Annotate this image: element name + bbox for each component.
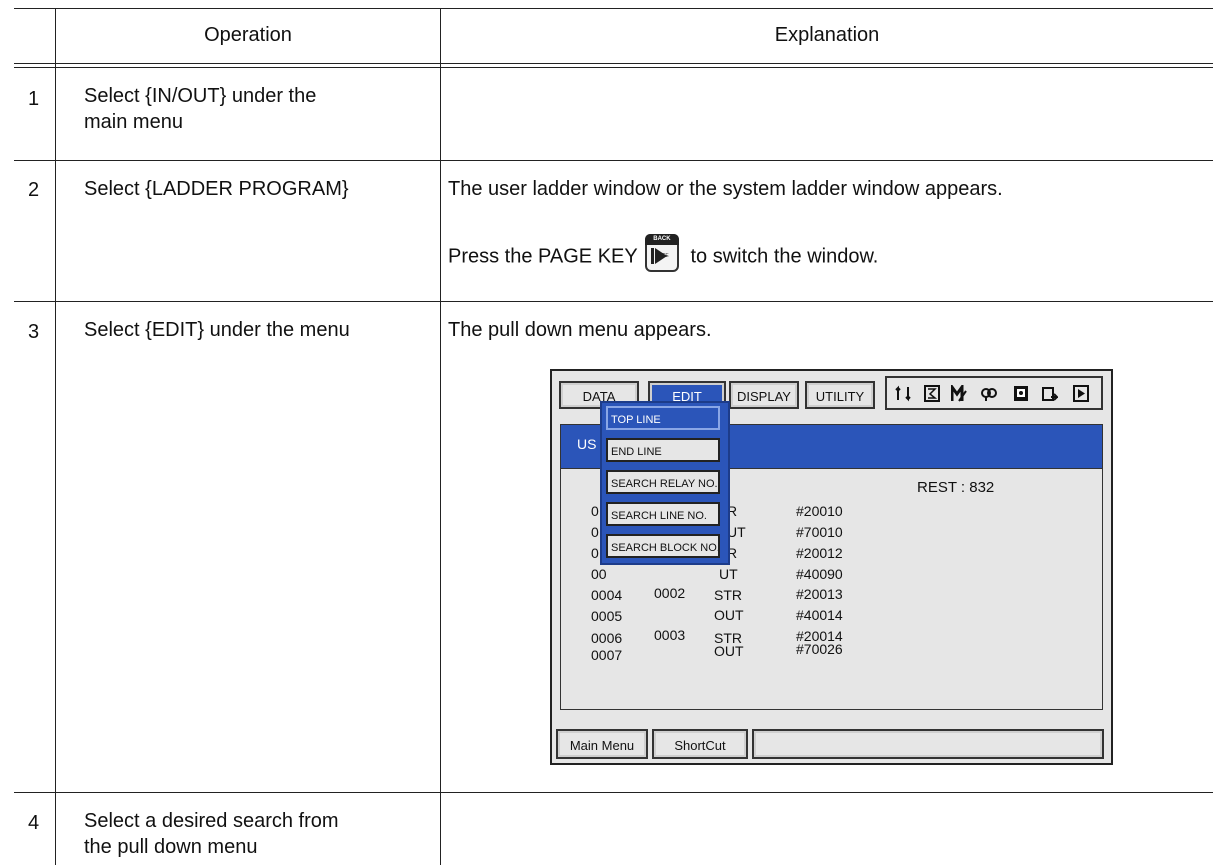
row-divider-3 (14, 792, 1213, 793)
main-menu-button[interactable]: Main Menu (556, 729, 648, 759)
step-operation: Select {LADDER PROGRAM} (84, 178, 349, 200)
play-icon (1073, 385, 1089, 402)
instruction: OUT (714, 607, 744, 623)
block-number: 0003 (654, 627, 686, 643)
explanation-text: Press the PAGE KEY (448, 245, 638, 268)
operand: #40090 (796, 566, 843, 582)
bottom-bar: Main Menu ShortCut (552, 723, 1111, 763)
line-number: 0004 (591, 587, 623, 603)
menu-utility[interactable]: UTILITY (805, 381, 875, 409)
step-operation: Select a desired search from the pull do… (84, 810, 339, 858)
dropdown-item-top-line[interactable]: TOP LINE (606, 406, 720, 430)
block-number: 0002 (654, 585, 686, 601)
dropdown-item-end-line[interactable]: END LINE (606, 438, 720, 462)
header-operation: Operation (204, 24, 292, 46)
status-icon-bar (885, 376, 1103, 410)
page-key-icon: BACK PAGE (644, 234, 679, 272)
rest-count: REST : 832 (917, 479, 995, 496)
line-number: 0 (591, 524, 599, 540)
explanation-text: to switch the window. (690, 245, 879, 268)
teach-mode-icon (951, 385, 967, 402)
coordinate-icon (895, 385, 911, 402)
line-number: 0 (591, 503, 599, 519)
key-icon (981, 388, 997, 401)
step-explanation: The pull down menu appears. (448, 319, 712, 341)
row-divider-1 (14, 160, 1213, 161)
shortcut-button[interactable]: ShortCut (652, 729, 748, 759)
save-icon (1042, 387, 1058, 401)
line-number: 00 (591, 566, 607, 582)
operand: #70026 (796, 641, 843, 657)
step-number: 3 (28, 321, 40, 343)
window-title: US (577, 436, 597, 452)
header-rule-2 (14, 67, 1213, 68)
operand: #70010 (796, 524, 843, 540)
step-number: 1 (28, 88, 40, 110)
message-area (752, 729, 1104, 759)
column-rule-2 (440, 8, 441, 865)
column-rule-1 (55, 8, 56, 865)
line-number: 0007 (591, 647, 623, 663)
line-number: 0006 (591, 630, 623, 646)
header-rule-1 (14, 63, 1213, 64)
dropdown-item-search-block[interactable]: SEARCH BLOCK NO. (606, 534, 720, 558)
step-explanation-page-key: Press the PAGE KEY BACK PAGE to switch t… (448, 234, 879, 276)
instruction: UT (719, 566, 738, 582)
header-explanation: Explanation (774, 24, 880, 46)
table-top-rule (14, 8, 1213, 9)
speed-icon (924, 385, 940, 402)
instruction: OUT (714, 643, 744, 659)
line-number: 0 (591, 545, 599, 561)
operand: #20012 (796, 545, 843, 561)
step-number: 4 (28, 812, 40, 834)
page-key-bottom-label: PAGE (655, 253, 669, 259)
operand: #20013 (796, 586, 843, 602)
robot-icon (1014, 386, 1028, 401)
step-explanation: The user ladder window or the system lad… (448, 178, 1003, 200)
step-operation: Select {IN/OUT} under the main menu (84, 85, 317, 133)
dropdown-item-search-line[interactable]: SEARCH LINE NO. (606, 502, 720, 526)
operand: #20010 (796, 503, 843, 519)
line-number: 0005 (591, 608, 623, 624)
step-operation: Select {EDIT} under the menu (84, 319, 350, 341)
pendant-screen: DATA EDIT DISPLAY UTILITY US REST : 832 … (550, 369, 1113, 765)
edit-pulldown-menu: TOP LINE END LINE SEARCH RELAY NO. SEARC… (600, 401, 730, 565)
operand: #40014 (796, 607, 843, 623)
instruction: STR (714, 587, 742, 603)
menu-display[interactable]: DISPLAY (729, 381, 799, 409)
step-number: 2 (28, 179, 40, 201)
dropdown-item-search-relay[interactable]: SEARCH RELAY NO. (606, 470, 720, 494)
row-divider-2 (14, 301, 1213, 302)
